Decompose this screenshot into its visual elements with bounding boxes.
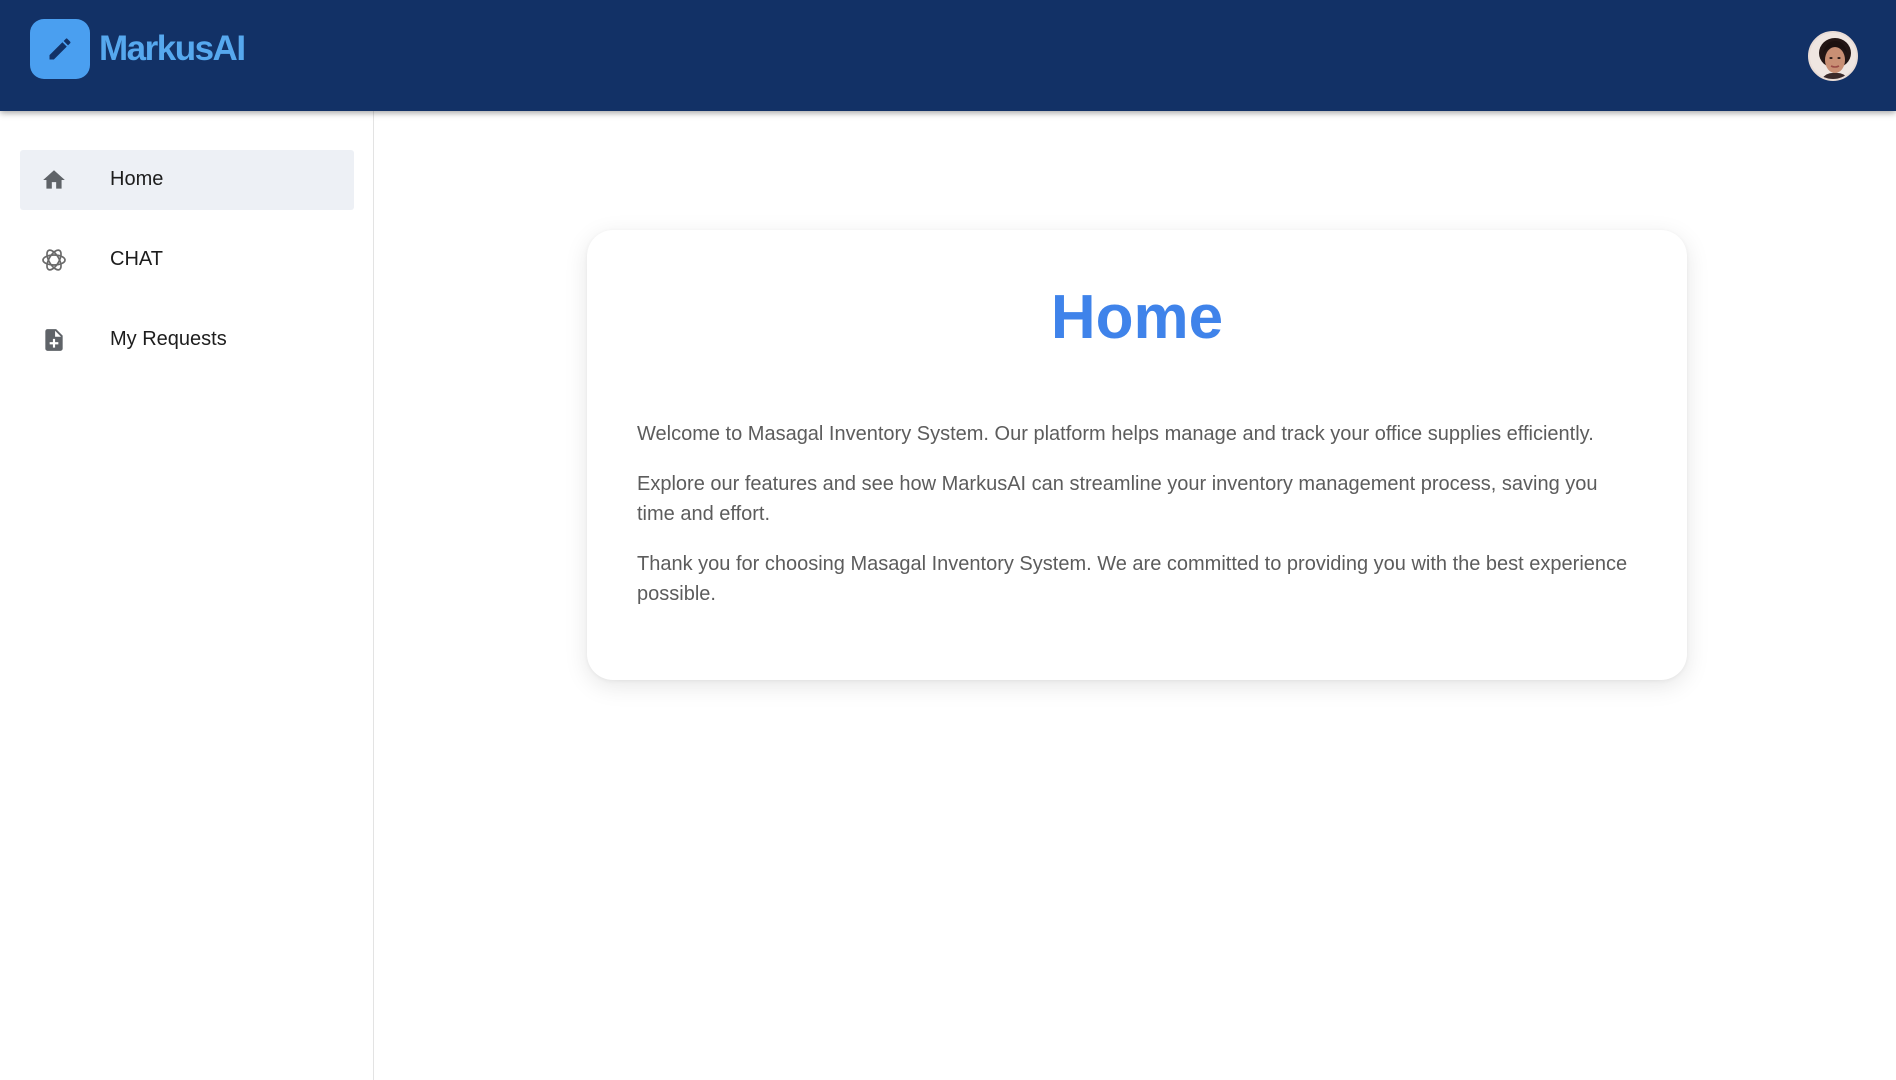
sidebar: Home CHAT My Requests <box>0 111 374 1080</box>
thank-you-paragraph: Thank you for choosing Masagal Inventory… <box>637 553 1628 605</box>
app-header: MarkusAI <box>0 0 1896 111</box>
sidebar-item-my-requests[interactable]: My Requests <box>20 310 354 370</box>
brand-logo[interactable] <box>30 19 90 79</box>
pencil-icon <box>49 38 71 60</box>
file-add-icon <box>40 326 68 354</box>
brand-name: MarkusAI <box>99 29 246 68</box>
avatar-image <box>1810 33 1856 79</box>
sidebar-item-label: Home <box>110 168 164 190</box>
sidebar-item-label: My Requests <box>110 328 227 350</box>
openai-icon <box>40 246 68 274</box>
sidebar-item-label: CHAT <box>110 248 163 270</box>
sidebar-item-home[interactable]: Home <box>20 150 354 210</box>
page-title: Home <box>1050 283 1224 352</box>
home-card: Home Welcome to Masagal Inventory System… <box>587 230 1687 680</box>
home-icon <box>40 166 68 194</box>
brand[interactable]: MarkusAI <box>30 19 246 79</box>
sidebar-item-chat[interactable]: CHAT <box>20 230 354 290</box>
welcome-paragraph: Welcome to Masagal Inventory System. Our… <box>637 423 1594 445</box>
features-paragraph: Explore our features and see how MarkusA… <box>637 473 1598 525</box>
user-avatar[interactable] <box>1808 31 1858 81</box>
